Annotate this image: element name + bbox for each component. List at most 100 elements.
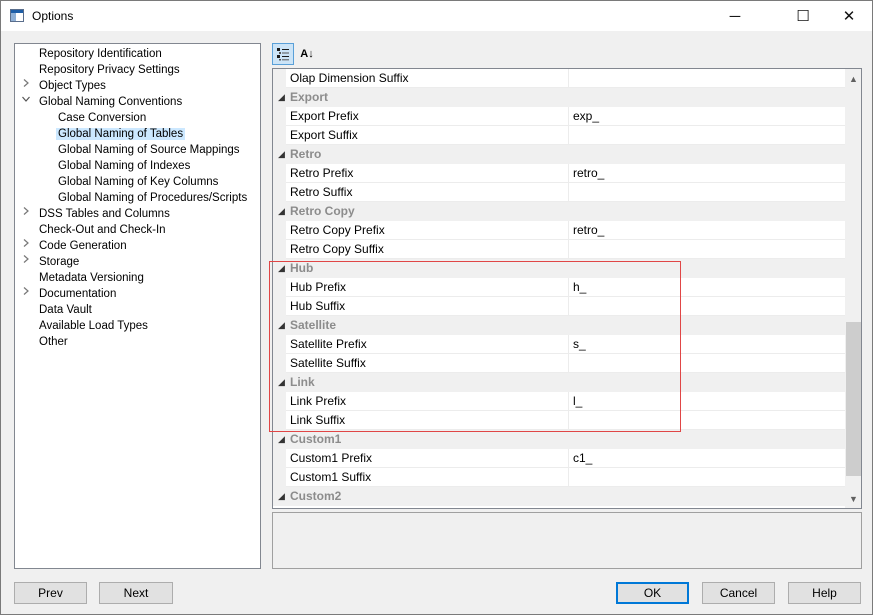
property-row[interactable]: Olap Dimension Suffix [273,69,845,88]
category-row[interactable]: ◢ Custom2 [273,487,845,506]
row-gutter [273,297,286,316]
property-row[interactable]: Link Suffix [273,411,845,430]
property-row[interactable]: Custom1 Prefix c1_ [273,449,845,468]
chevron-right-icon[interactable] [20,238,32,254]
chevron-right-icon[interactable] [20,78,32,94]
next-button[interactable]: Next [99,582,173,604]
tree-item[interactable]: Case Conversion [56,110,148,126]
categorized-button[interactable] [272,43,294,65]
property-value[interactable]: c1_ [568,449,845,468]
category-row[interactable]: ◢ Satellite [273,316,845,335]
category-row[interactable]: ◢ Retro [273,145,845,164]
category-name: Export [290,90,329,104]
collapse-triangle-icon[interactable]: ◢ [278,316,285,335]
property-value[interactable] [568,297,845,316]
property-value[interactable]: exp_ [568,107,845,126]
category-row[interactable]: ◢ Custom1 [273,430,845,449]
row-gutter [273,278,286,297]
vertical-scrollbar[interactable]: ▲ ▼ [845,69,861,508]
scroll-thumb[interactable] [846,322,861,476]
tree-item[interactable]: Documentation [23,286,118,302]
property-name: Retro Copy Prefix [290,223,385,237]
property-value[interactable]: retro_ [568,164,845,183]
maximize-button[interactable]: ☐ [780,1,826,31]
chevron-right-icon[interactable] [20,286,32,302]
tree-item-label: DSS Tables and Columns [39,208,170,220]
property-row[interactable]: Export Prefix exp_ [273,107,845,126]
category-row[interactable]: ◢ Hub [273,259,845,278]
property-value[interactable]: s_ [568,335,845,354]
property-value[interactable]: l_ [568,392,845,411]
property-name: Retro Copy Suffix [290,242,384,256]
tree-item[interactable]: Code Generation [23,238,129,254]
property-row[interactable]: Hub Prefix h_ [273,278,845,297]
property-value[interactable] [568,183,845,202]
tree-item[interactable]: Global Naming Conventions [22,94,184,110]
property-row[interactable]: Export Suffix [273,126,845,145]
chevron-right-icon[interactable] [20,254,32,270]
property-value[interactable] [568,468,845,487]
property-row[interactable]: Retro Copy Suffix [273,240,845,259]
row-gutter [273,392,286,411]
property-row[interactable]: Retro Copy Prefix retro_ [273,221,845,240]
collapse-triangle-icon[interactable]: ◢ [278,430,285,449]
tree-item[interactable]: Global Naming of Tables [56,126,186,142]
tree-item[interactable]: Global Naming of Source Mappings [56,142,242,158]
property-grid[interactable]: Olap Dimension Suffix ◢ Export Export Prefi… [272,68,862,509]
property-value[interactable] [568,126,845,145]
cancel-button[interactable]: Cancel [702,582,775,604]
collapse-triangle-icon[interactable]: ◢ [278,487,285,506]
options-tree[interactable]: Repository Identification Repository Priv… [14,43,261,569]
tree-item[interactable]: Metadata Versioning [37,270,146,286]
property-row[interactable]: Hub Suffix [273,297,845,316]
tree-item[interactable]: Repository Identification [37,46,164,62]
property-row[interactable]: Custom1 Suffix [273,468,845,487]
property-value[interactable]: h_ [568,278,845,297]
tree-item[interactable]: Other [37,334,70,350]
property-row[interactable]: Link Prefix l_ [273,392,845,411]
maximize-icon: ☐ [796,8,810,25]
tree-item[interactable]: Global Naming of Indexes [56,158,192,174]
property-row[interactable]: Retro Suffix [273,183,845,202]
collapse-triangle-icon[interactable]: ◢ [278,259,285,278]
category-row[interactable]: ◢ Export [273,88,845,107]
prev-button[interactable]: Prev [14,582,87,604]
alphabetical-button[interactable]: A↓ [296,43,318,65]
collapse-triangle-icon[interactable]: ◢ [278,145,285,164]
scroll-down-button[interactable]: ▼ [845,490,861,507]
property-row[interactable]: Retro Prefix retro_ [273,164,845,183]
tree-item[interactable]: Global Naming of Key Columns [56,174,220,190]
title-bar[interactable]: Options ─ ☐ ✕ [1,1,872,31]
help-button[interactable]: Help [788,582,861,604]
close-button[interactable]: ✕ [826,1,872,31]
property-row[interactable]: Satellite Suffix [273,354,845,373]
tree-item[interactable]: DSS Tables and Columns [23,206,172,222]
tree-item[interactable]: Global Naming of Procedures/Scripts [56,190,249,206]
tree-item[interactable]: Object Types [23,78,108,94]
property-name: Hub Prefix [290,280,347,294]
ok-button[interactable]: OK [616,582,689,604]
collapse-triangle-icon[interactable]: ◢ [278,202,285,221]
category-row[interactable]: ◢ Link [273,373,845,392]
property-value[interactable] [568,69,845,88]
tree-item[interactable]: Available Load Types [37,318,150,334]
property-value[interactable] [568,354,845,373]
scroll-up-button[interactable]: ▲ [845,70,861,87]
category-row[interactable]: ◢ Retro Copy [273,202,845,221]
tree-item[interactable]: Data Vault [37,302,94,318]
collapse-triangle-icon[interactable]: ◢ [278,373,285,392]
tree-item[interactable]: Repository Privacy Settings [37,62,182,78]
chevron-right-icon[interactable] [20,206,32,222]
tree-item-label: Case Conversion [58,112,147,124]
property-name: Export Suffix [290,128,358,142]
minimize-button[interactable]: ─ [712,1,758,31]
collapse-triangle-icon[interactable]: ◢ [278,88,285,107]
property-value[interactable] [568,411,845,430]
tree-item[interactable]: Check-Out and Check-In [37,222,168,238]
chevron-down-icon[interactable] [20,94,32,110]
property-value[interactable] [568,240,845,259]
property-row[interactable]: Satellite Prefix s_ [273,335,845,354]
chevron-down-icon: ▼ [849,493,858,504]
tree-item[interactable]: Storage [23,254,81,270]
property-value[interactable]: retro_ [568,221,845,240]
